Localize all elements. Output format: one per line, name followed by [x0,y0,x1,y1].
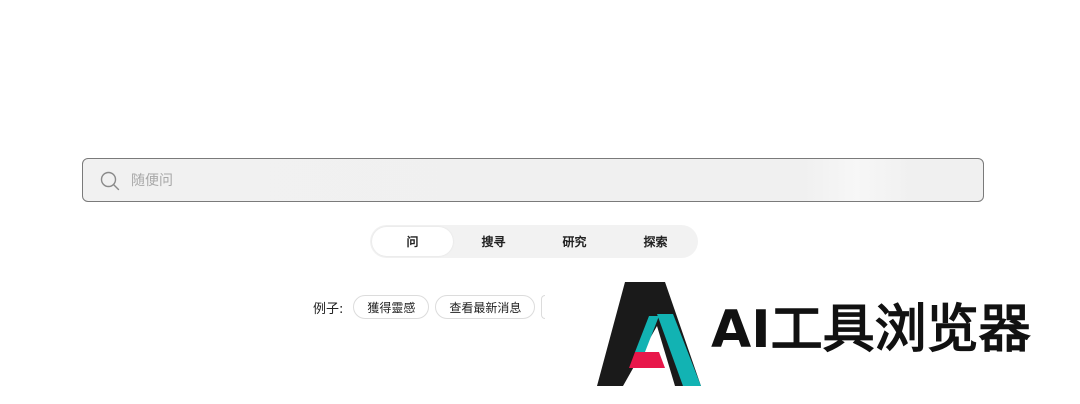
search-icon [99,170,121,192]
watermark-text: AI工具浏览器 [711,300,1031,360]
tab-explore[interactable]: 探索 [615,227,696,256]
examples-row: 例子: 獲得靈感 查看最新消息 [313,294,546,320]
mode-tabs: 问 搜寻 研究 探索 [370,225,698,258]
search-bar[interactable] [82,158,984,202]
examples-label: 例子: [313,301,344,317]
example-chip-news[interactable]: 查看最新消息 [435,295,536,319]
tab-ask[interactable]: 问 [372,227,453,256]
example-chip-partial[interactable] [541,295,546,319]
tab-search[interactable]: 搜寻 [453,227,534,256]
example-chip-inspiration[interactable]: 獲得靈感 [353,295,430,319]
watermark-logo-icon [595,282,703,388]
search-input[interactable] [129,167,953,195]
tab-research[interactable]: 研究 [534,227,615,256]
watermark: AI工具浏览器 [595,282,1035,388]
